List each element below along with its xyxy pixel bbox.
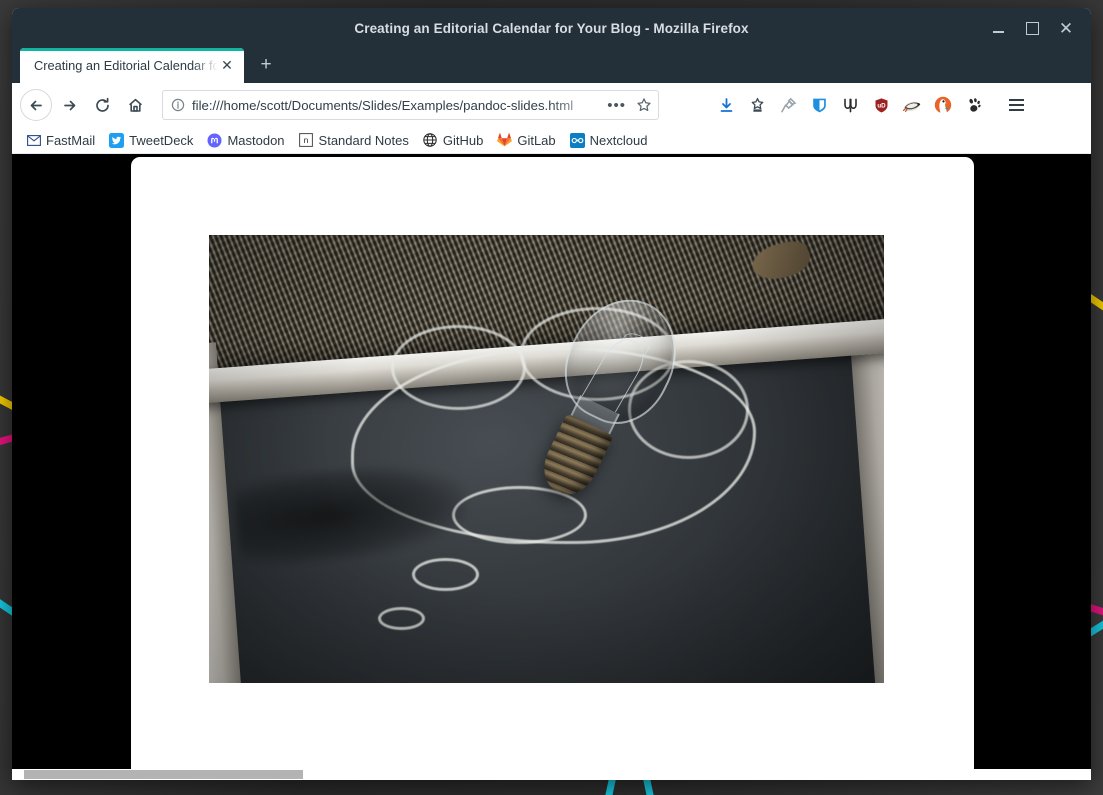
app-menu-button[interactable] (1001, 90, 1031, 120)
bookmark-label: Standard Notes (319, 133, 409, 148)
pocket-icon[interactable] (743, 91, 771, 119)
standard-notes-icon: n (299, 133, 314, 148)
globe-icon (423, 133, 438, 148)
forward-button[interactable] (53, 89, 85, 121)
star-icon[interactable] (636, 97, 652, 113)
bookmark-gitlab[interactable]: GitLab (491, 131, 561, 150)
close-button[interactable]: ✕ (1049, 11, 1083, 45)
new-tab-button[interactable]: + (250, 49, 282, 81)
window-controls: ✕ (981, 8, 1083, 48)
lightbulb-chalkboard-photo (209, 235, 884, 683)
bookmark-tweetdeck[interactable]: TweetDeck (103, 131, 199, 150)
bookmark-label: GitLab (517, 133, 555, 148)
twitter-bird-icon (109, 133, 124, 148)
reload-button[interactable] (86, 89, 118, 121)
back-button[interactable] (20, 89, 52, 121)
horizontal-scrollbar[interactable] (12, 769, 1091, 780)
svg-text:uD: uD (877, 102, 886, 109)
svg-text:n: n (304, 135, 309, 145)
window-titlebar: Creating an Editorial Calendar for Your … (12, 8, 1091, 48)
tab-strip: Creating an Editorial Calendar for Your … (12, 48, 1091, 83)
hamburger-line-1 (1009, 99, 1024, 101)
info-circle-icon[interactable] (171, 98, 185, 112)
gitlab-tanuki-icon (497, 133, 512, 148)
bookmark-nextcloud[interactable]: Nextcloud (564, 131, 654, 150)
bookmark-label: FastMail (46, 133, 95, 148)
tab-active[interactable]: Creating an Editorial Calendar for Your … (20, 48, 244, 83)
nextcloud-icon (570, 133, 585, 148)
ublock-origin-icon[interactable]: uD (867, 91, 895, 119)
window-title: Creating an Editorial Calendar for Your … (354, 21, 748, 36)
bookmarks-toolbar: FastMail TweetDeck Mastodon (12, 127, 1091, 154)
url-input[interactable]: file:///home/scott/Documents/Slides/Exam… (192, 98, 597, 113)
horizontal-scroll-thumb[interactable] (24, 770, 303, 779)
page-actions-button[interactable]: ••• (604, 97, 629, 114)
firefox-window: Creating an Editorial Calendar for Your … (12, 8, 1091, 780)
reload-arrow-icon (94, 97, 111, 114)
tab-close-icon[interactable]: ✕ (218, 57, 236, 75)
bookmark-github[interactable]: GitHub (417, 131, 489, 150)
bookmark-label: Mastodon (227, 133, 284, 148)
bookmark-label: Nextcloud (590, 133, 648, 148)
pin-icon[interactable] (774, 91, 802, 119)
chalk-bubble-small (378, 607, 425, 630)
minimize-button[interactable] (981, 11, 1015, 45)
forward-arrow-icon (61, 97, 78, 114)
privacy-badger-icon[interactable] (898, 91, 926, 119)
bookmark-mastodon[interactable]: Mastodon (201, 131, 290, 150)
hamburger-line-2 (1009, 104, 1024, 106)
wallabag-icon[interactable] (836, 91, 864, 119)
navigation-toolbar: file:///home/scott/Documents/Slides/Exam… (12, 83, 1091, 127)
home-house-icon (127, 97, 144, 114)
gnome-shell-icon[interactable] (960, 91, 988, 119)
bookmark-label: TweetDeck (129, 133, 193, 148)
downloads-icon[interactable] (712, 91, 740, 119)
maximize-button[interactable] (1015, 11, 1049, 45)
page-content (12, 154, 1091, 780)
url-bar[interactable]: file:///home/scott/Documents/Slides/Exam… (162, 90, 659, 120)
bookmark-standard-notes[interactable]: n Standard Notes (293, 131, 415, 150)
envelope-icon (26, 133, 41, 148)
home-button[interactable] (119, 89, 151, 121)
chalk-cloud-lobe (391, 325, 526, 410)
back-arrow-icon (28, 97, 45, 114)
presentation-slide (131, 157, 974, 777)
duckduckgo-icon[interactable] (929, 91, 957, 119)
bookmark-label: GitHub (443, 133, 483, 148)
toolbar-extensions: uD (712, 90, 1031, 120)
bookmark-fastmail[interactable]: FastMail (20, 131, 101, 150)
chalk-bubble-medium (412, 558, 480, 592)
hamburger-line-3 (1009, 109, 1024, 111)
mastodon-icon (207, 133, 222, 148)
bitwarden-icon[interactable] (805, 91, 833, 119)
tab-title: Creating an Editorial Calendar for Your … (34, 58, 218, 73)
